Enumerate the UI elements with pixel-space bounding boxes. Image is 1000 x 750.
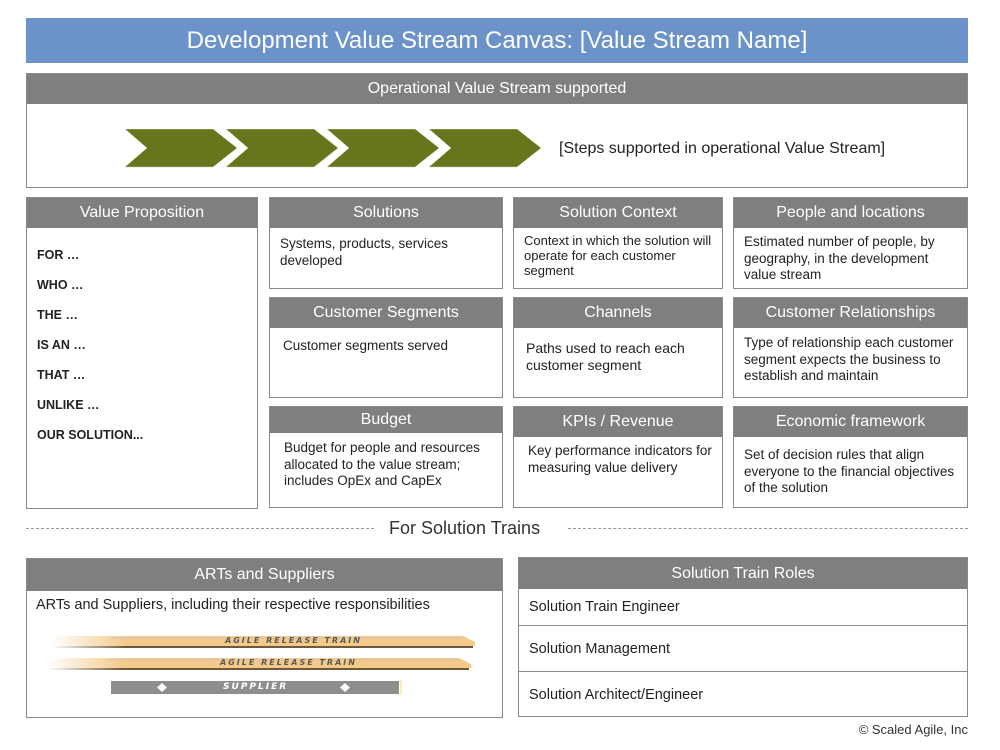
role-solution-management: Solution Management [519, 625, 967, 671]
value-proposition-list: FOR … WHO … THE … IS AN … THAT … UNLIKE … [27, 228, 257, 456]
operational-value-stream-header: Operational Value Stream supported [27, 74, 967, 104]
vp-item-who: WHO … [37, 278, 84, 292]
canvas-title: Development Value Stream Canvas: [Value … [26, 18, 968, 63]
kpis-revenue-body: Key performance indicators for measuring… [528, 443, 712, 475]
channels-body: Paths used to reach each customer segmen… [526, 340, 685, 373]
agile-release-train-label-2: AGILE RELEASE TRAIN [220, 658, 357, 667]
agile-release-train-label-1: AGILE RELEASE TRAIN [225, 636, 362, 645]
people-locations-header: People and locations [734, 198, 967, 228]
supplier-label: SUPPLIER [223, 682, 289, 692]
kpis-revenue-header: KPIs / Revenue [514, 407, 722, 437]
customer-relationships-box: Customer Relationships Type of relations… [733, 297, 968, 398]
budget-header: Budget [270, 407, 502, 433]
budget-box: Budget Budget for people and resources a… [269, 406, 503, 508]
vp-item-the: THE … [37, 308, 78, 322]
arts-suppliers-body: ARTs and Suppliers, including their resp… [36, 597, 430, 613]
channels-box: Channels Paths used to reach each custom… [513, 297, 723, 398]
operational-steps-text: [Steps supported in operational Value St… [559, 140, 886, 157]
customer-relationships-body: Type of relationship each customer segme… [744, 335, 954, 383]
vp-item-is-an: IS AN … [37, 338, 86, 352]
people-locations-box: People and locations Estimated number of… [733, 197, 968, 289]
chevron-step-1 [125, 129, 238, 168]
solution-context-header: Solution Context [514, 198, 722, 228]
chevron-step-4 [428, 129, 542, 168]
arts-suppliers-box: ARTs and Suppliers ARTs and Suppliers, i… [26, 558, 503, 718]
customer-segments-box: Customer Segments Customer segments serv… [269, 297, 503, 398]
vp-item-our-solution: OUR SOLUTION... [37, 428, 144, 442]
solution-context-box: Solution Context Context in which the so… [513, 197, 723, 289]
kpis-revenue-box: KPIs / Revenue Key performance indicator… [513, 406, 723, 508]
operational-value-stream-box: Operational Value Stream supported [Step… [26, 73, 968, 188]
vp-item-unlike: UNLIKE … [37, 398, 100, 412]
arts-suppliers-header: ARTs and Suppliers [27, 559, 502, 591]
divider-line-right [568, 528, 968, 529]
chevron-step-3 [326, 129, 440, 168]
value-proposition-header: Value Proposition [27, 198, 257, 228]
vp-item-that: THAT … [37, 368, 86, 382]
copyright-notice: © Scaled Agile, Inc [858, 722, 968, 737]
customer-segments-header: Customer Segments [270, 298, 502, 328]
customer-relationships-header: Customer Relationships [734, 298, 967, 328]
people-locations-body: Estimated number of people, by geography… [744, 234, 935, 282]
channels-header: Channels [514, 298, 722, 328]
solutions-header: Solutions [270, 198, 502, 228]
solutions-box: Solutions Systems, products, services de… [269, 197, 503, 289]
chevron-step-2 [225, 129, 339, 168]
solution-context-body: Context in which the solution will opera… [524, 233, 712, 278]
divider-line-left [26, 528, 374, 529]
role-solution-train-engineer: Solution Train Engineer [529, 599, 680, 615]
economic-framework-header: Economic framework [734, 407, 967, 437]
budget-body: Budget for people and resources allocate… [284, 440, 480, 488]
economic-framework-box: Economic framework Set of decision rules… [733, 406, 968, 508]
economic-framework-body: Set of decision rules that align everyon… [744, 447, 955, 495]
role-solution-architect-engineer: Solution Architect/Engineer [519, 671, 967, 717]
value-stream-chevrons [125, 129, 542, 168]
solution-train-roles-header: Solution Train Roles [519, 558, 967, 589]
solution-train-roles-box: Solution Train Roles Solution Train Engi… [518, 557, 968, 717]
value-proposition-box: Value Proposition FOR … WHO … THE … IS A… [26, 197, 258, 509]
solutions-body: Systems, products, services developed [280, 236, 449, 268]
solution-trains-label: For Solution Trains [389, 518, 541, 538]
customer-segments-body: Customer segments served [283, 338, 449, 353]
vp-item-for: FOR … [37, 248, 80, 262]
